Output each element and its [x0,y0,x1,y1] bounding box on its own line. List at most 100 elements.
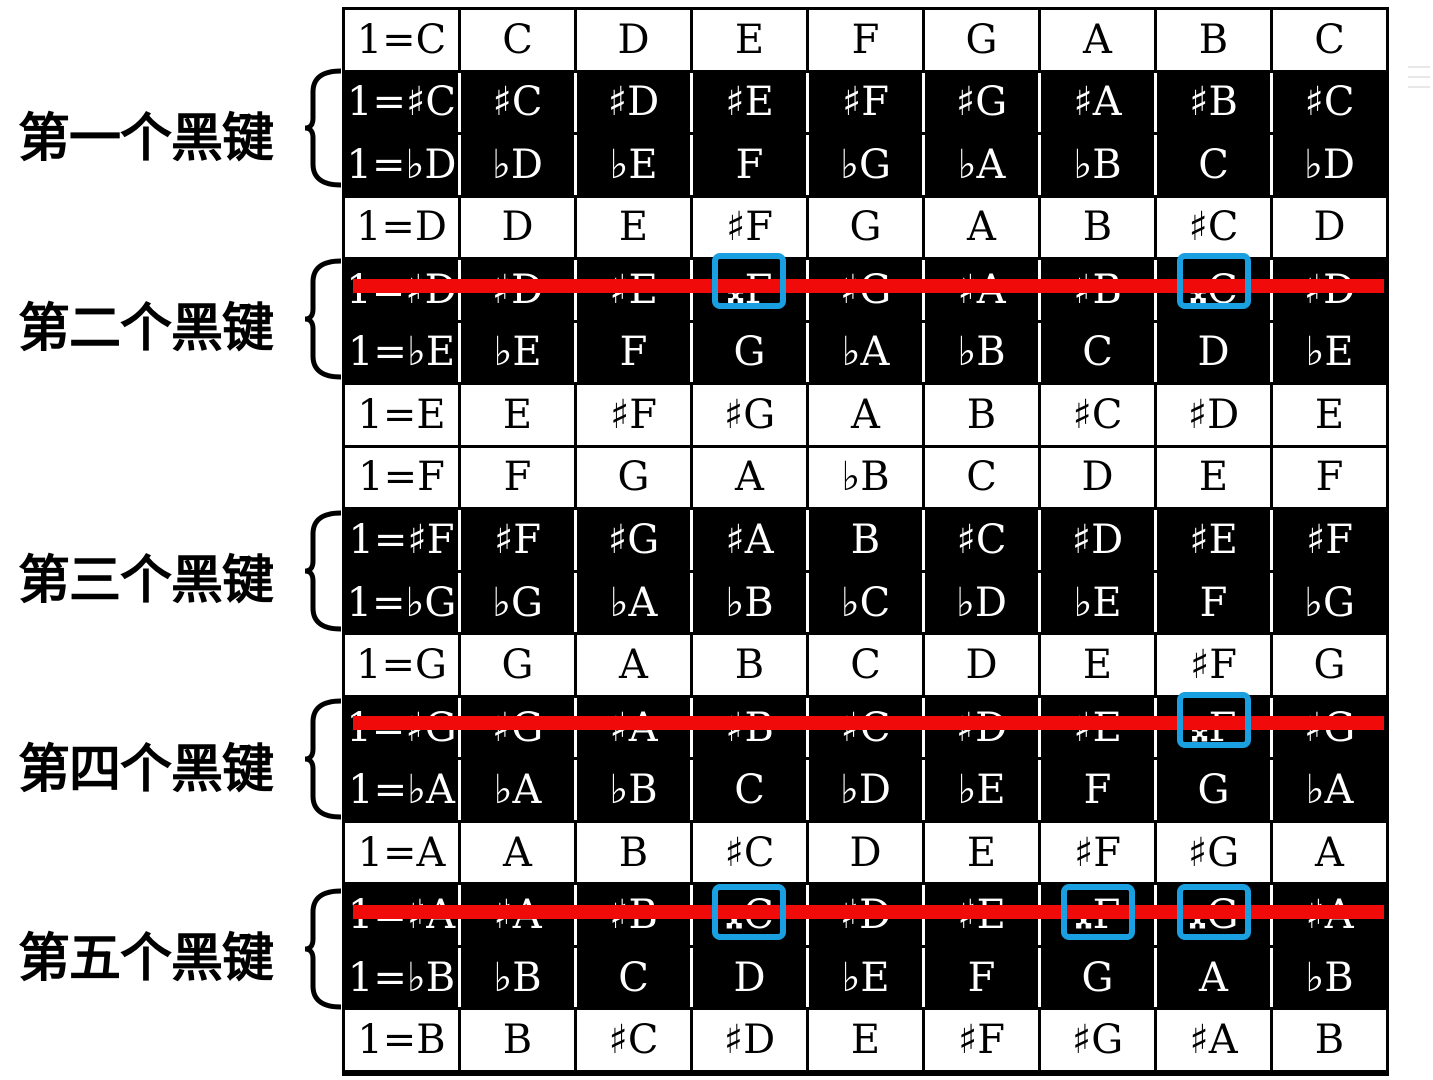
note-cell: ♭B [461,947,577,1008]
note-cell: ♭G [809,135,925,195]
note-cell: B [809,510,925,570]
highlight-double-sharp-g-row-a-sharp [1177,884,1251,940]
key-label-cell: 1=B [345,1010,461,1070]
note-cell: G [1273,635,1386,695]
brace-black-key-2 [304,258,342,380]
note-cell: ♭G [1273,572,1386,633]
note-cell: ♯D [1157,385,1273,445]
table-row: 1=F F G A ♭B C D E F [345,447,1386,508]
note-cell: C [1157,135,1273,195]
note-cell: G [1041,947,1157,1008]
note-cell: ♭D [809,760,925,820]
note-cell: ♭B [693,572,809,633]
note-cell: ♯D [577,72,693,133]
scroll-indicator[interactable] [1408,66,1430,68]
key-label-cell: 1=♯F [345,510,461,570]
note-cell: C [577,947,693,1008]
note-cell: ♯E [1157,510,1273,570]
scroll-indicator[interactable] [1408,86,1430,88]
note-cell: C [461,10,577,70]
table-row: 1=♭D ♭D ♭E F ♭G ♭A ♭B C ♭D [345,135,1386,195]
key-label-cell: 1=F [345,447,461,508]
note-cell: ♯A [1041,72,1157,133]
note-cell: A [809,385,925,445]
key-label-cell: 1=♭G [345,572,461,633]
note-cell: ♯C [1273,72,1386,133]
note-cell: ♯F [925,1010,1041,1070]
key-label-cell: 1=C [345,10,461,70]
side-label-black-key-3: 第三个黑键 [18,551,274,611]
table-row: 1=B B ♯C ♯D E ♯F ♯G ♯A B [345,1010,1386,1070]
note-cell: ♯F [1273,510,1386,570]
note-cell: ♭A [461,760,577,820]
note-cell: F [577,322,693,383]
note-cell: ♭E [1273,322,1386,383]
brace-black-key-5 [304,888,342,1010]
note-cell: F [693,135,809,195]
note-cell: ♯G [925,72,1041,133]
side-label-black-key-2: 第二个黑键 [18,299,274,359]
highlight-double-sharp-f-row-g-sharp [1177,692,1251,748]
note-cell: D [1273,197,1386,258]
note-cell: C [1273,10,1386,70]
note-cell: F [461,447,577,508]
note-cell: C [925,447,1041,508]
table-row: 1=♭E ♭E F G ♭A ♭B C D ♭E [345,322,1386,383]
key-label-cell: 1=♯C [345,72,461,133]
table-row: 1=A A B ♯C D E ♯F ♯G A [345,822,1386,883]
table-row: 1=♭A ♭A ♭B C ♭D ♭E F G ♭A [345,760,1386,820]
note-cell: A [1041,10,1157,70]
note-cell: ♭E [461,322,577,383]
brace-black-key-3 [304,510,342,632]
key-label-cell: 1=A [345,822,461,883]
note-cell: G [577,447,693,508]
note-cell: ♭D [1273,135,1386,195]
note-cell: ♭E [577,135,693,195]
highlight-double-sharp-f-row-d-sharp [712,253,786,309]
note-cell: G [461,635,577,695]
key-label-cell: 1=G [345,635,461,695]
note-cell: C [1041,322,1157,383]
note-cell: D [693,947,809,1008]
note-cell: ♯C [1041,385,1157,445]
note-cell: ♯C [461,72,577,133]
scroll-indicator[interactable] [1408,76,1430,78]
note-cell: ♭B [1273,947,1386,1008]
note-cell: D [1157,322,1273,383]
note-cell: ♭B [809,447,925,508]
key-label-cell: 1=♭D [345,135,461,195]
note-cell: E [925,822,1041,883]
note-cell: ♭C [809,572,925,633]
key-label-cell: 1=♭B [345,947,461,1008]
table-row: 1=C C D E F G A B C [345,10,1386,70]
note-cell: ♯G [1157,822,1273,883]
note-cell: F [1157,572,1273,633]
note-cell: D [925,635,1041,695]
note-cell: ♯G [1041,1010,1157,1070]
note-cell: ♭E [1041,572,1157,633]
side-label-black-key-1: 第一个黑键 [18,109,274,169]
note-cell: G [925,10,1041,70]
note-cell: E [1157,447,1273,508]
note-cell: ♯C [1157,197,1273,258]
side-label-black-key-4: 第四个黑键 [18,740,274,800]
note-cell: B [1041,197,1157,258]
table-row: 1=♯F ♯F ♯G ♯A B ♯C ♯D ♯E ♯F [345,510,1386,570]
key-label-cell: 1=♭A [345,760,461,820]
note-cell: A [1273,822,1386,883]
note-cell: ♭D [461,135,577,195]
note-cell: B [1157,10,1273,70]
brace-black-key-1 [304,68,342,188]
note-cell: ♯F [809,72,925,133]
note-cell: B [925,385,1041,445]
note-cell: ♭B [925,322,1041,383]
note-cell: C [693,760,809,820]
note-cell: ♭E [809,947,925,1008]
note-cell: E [1273,385,1386,445]
note-cell: ♯B [1157,72,1273,133]
note-cell: ♭G [461,572,577,633]
note-cell: E [577,197,693,258]
note-cell: A [461,822,577,883]
note-cell: A [925,197,1041,258]
key-label-cell: 1=♭E [345,322,461,383]
